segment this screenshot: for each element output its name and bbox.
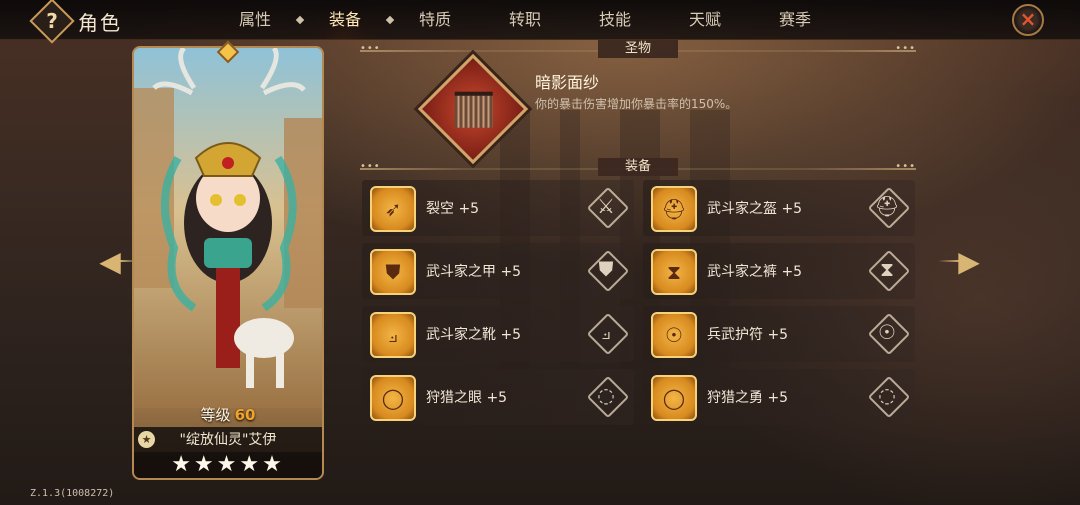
pants-glyph: ⧗ — [666, 260, 682, 284]
armor-icon: ⛊ — [370, 249, 416, 295]
weapon-slot-icon: ⚔ — [588, 188, 624, 224]
helmet-icon: ⛑ — [651, 186, 697, 232]
level-label: 等级 — [200, 406, 231, 424]
close-button[interactable]: × — [1012, 4, 1044, 36]
divider-dots-icon: ••• — [895, 43, 916, 54]
bow-glyph: ➶ — [384, 197, 402, 221]
equip-label: 裂空 +5 — [426, 201, 480, 217]
equip-slot-armor[interactable]: ⛊ 武斗家之甲 +5 ⛊ — [362, 243, 634, 299]
page-title: 角色 — [78, 11, 122, 35]
amulet-glyph: ☉ — [665, 323, 683, 347]
hero-portrait — [134, 48, 322, 408]
arrow-right-icon: ▶ — [958, 245, 980, 278]
amulet-slot-icon: ☉ — [869, 314, 905, 350]
armor-glyph: ⛊ — [385, 260, 401, 284]
equipment-section-header: ••• ••• 装备 — [360, 158, 916, 176]
arrow-left-icon: ◀ — [99, 245, 121, 278]
question-icon: ? — [46, 9, 58, 33]
divider-dots-icon: ••• — [895, 161, 916, 172]
tab-traits[interactable]: 特质 — [390, 0, 480, 40]
tab-bar: 属性 装备 特质 转职 技能 天赋 赛季 — [210, 0, 840, 40]
equipment-section-title: 装备 — [598, 158, 678, 176]
tab-class-change[interactable]: 转职 — [480, 0, 570, 40]
equip-label: 兵武护符 +5 — [707, 327, 789, 343]
relic-description: 你的暴击伤害增加你暴击率的150%。 — [535, 97, 738, 111]
tab-season[interactable]: 赛季 — [750, 0, 840, 40]
boots-glyph: ⟓ — [388, 323, 398, 347]
equip-label: 武斗家之盔 +5 — [707, 201, 803, 217]
armor-slot-icon: ⛊ — [588, 251, 624, 287]
ring-icon: ◯ — [651, 375, 697, 421]
level-value: 60 — [234, 406, 256, 424]
equip-slot-amulet[interactable]: ☉ 兵武护符 +5 ☉ — [643, 306, 915, 362]
equip-label: 狩猎之勇 +5 — [707, 390, 789, 406]
prev-hero-button[interactable]: ◀ — [93, 242, 141, 282]
relic-name: 暗影面纱 — [535, 73, 600, 92]
bow-icon: ➶ — [370, 186, 416, 232]
pants-icon: ⧗ — [651, 249, 697, 295]
close-icon: × — [1019, 7, 1037, 31]
helmet-glyph: ⛑ — [661, 197, 687, 221]
equip-label: 武斗家之甲 +5 — [426, 264, 522, 280]
equip-label: 武斗家之靴 +5 — [426, 327, 522, 343]
tab-attributes[interactable]: 属性 — [210, 0, 300, 40]
boots-icon: ⟓ — [370, 312, 416, 358]
ring-icon: ◯ — [370, 375, 416, 421]
tab-skills[interactable]: 技能 — [570, 0, 660, 40]
equip-slot-weapon[interactable]: ➶ 裂空 +5 ⚔ — [362, 180, 634, 236]
top-bar: ? 角色 属性 装备 特质 转职 技能 天赋 赛季 × — [0, 0, 1080, 44]
relic-section-title: 圣物 — [598, 40, 678, 58]
hero-card[interactable]: 等级 60 ★ "绽放仙灵"艾伊 ★★★★★ — [132, 46, 324, 480]
amulet-icon: ☉ — [651, 312, 697, 358]
help-button[interactable]: ? — [29, 0, 75, 44]
tab-talents[interactable]: 天赋 — [660, 0, 750, 40]
equip-slot-boots[interactable]: ⟓ 武斗家之靴 +5 ⟓ — [362, 306, 634, 362]
equip-slot-pants[interactable]: ⧗ 武斗家之裤 +5 ⧗ — [643, 243, 915, 299]
ring-slot-icon: ◌ — [869, 377, 905, 413]
divider-dots-icon: ••• — [360, 43, 381, 54]
equip-slot-ring-1[interactable]: ◯ 狩猎之眼 +5 ◌ — [362, 369, 634, 425]
ring-glyph: ◯ — [381, 386, 405, 410]
equip-slot-helmet[interactable]: ⛑ 武斗家之盔 +5 ⛑ — [643, 180, 915, 236]
boots-slot-icon: ⟓ — [588, 314, 624, 350]
helmet-slot-icon: ⛑ — [869, 188, 905, 224]
pants-slot-icon: ⧗ — [869, 251, 905, 287]
hero-level: 等级 60 — [134, 404, 322, 425]
equip-slot-ring-2[interactable]: ◯ 狩猎之勇 +5 ◌ — [643, 369, 915, 425]
hero-name-bar: ★ "绽放仙灵"艾伊 — [134, 426, 322, 452]
hero-name: "绽放仙灵"艾伊 — [179, 432, 277, 448]
relic-veil-art — [454, 91, 493, 128]
equip-label: 武斗家之裤 +5 — [707, 264, 803, 280]
relic-section-header: ••• ••• 圣物 — [360, 40, 916, 58]
tab-equipment[interactable]: 装备 — [300, 0, 390, 40]
hero-star-rating: ★★★★★ — [134, 452, 322, 478]
equip-label: 狩猎之眼 +5 — [426, 390, 508, 406]
next-hero-button[interactable]: ▶ — [938, 242, 986, 282]
divider-dots-icon: ••• — [360, 161, 381, 172]
ring-slot-icon: ◌ — [588, 377, 624, 413]
version-label: Z.1.3(1008272) — [30, 488, 115, 499]
ring-glyph: ◯ — [662, 386, 686, 410]
